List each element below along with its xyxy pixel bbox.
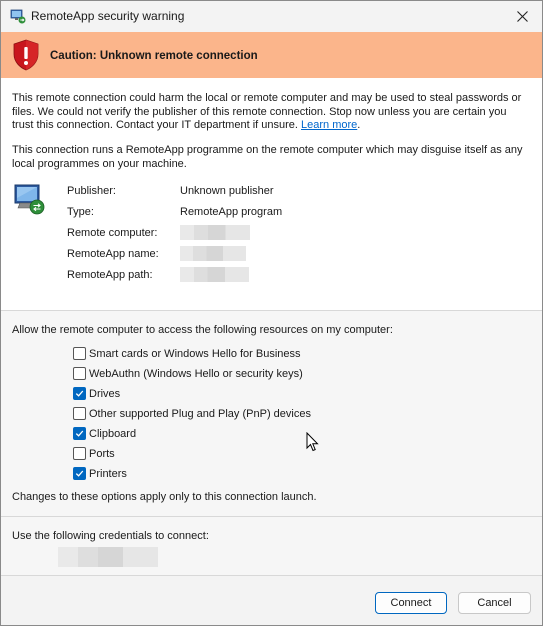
- security-warning-text: This remote connection could harm the lo…: [12, 92, 527, 133]
- checkbox-box[interactable]: [73, 387, 86, 400]
- cancel-button[interactable]: Cancel: [458, 592, 531, 614]
- trailing-period: .: [357, 119, 361, 131]
- checkbox-ports[interactable]: Ports: [73, 447, 115, 460]
- close-button[interactable]: [502, 1, 542, 32]
- remoteapp-name-value-redacted: [180, 246, 246, 261]
- checkbox-box[interactable]: [73, 427, 86, 440]
- checkbox-label: Smart cards or Windows Hello for Busines…: [89, 347, 301, 360]
- changes-note: Changes to these options apply only to t…: [12, 491, 317, 503]
- checkbox-label: Drives: [89, 387, 121, 400]
- publisher-label: Publisher:: [67, 185, 116, 197]
- type-value: RemoteApp program: [180, 206, 283, 218]
- warning-banner: Caution: Unknown remote connection: [1, 32, 542, 78]
- title-bar: RemoteApp security warning: [1, 1, 542, 32]
- learn-more-link[interactable]: Learn more: [301, 119, 357, 131]
- checkbox-box[interactable]: [73, 407, 86, 420]
- resources-heading: Allow the remote computer to access the …: [12, 324, 393, 336]
- warning-shield-icon: [13, 39, 39, 71]
- checkbox-drives[interactable]: Drives: [73, 387, 120, 400]
- checkbox-printers[interactable]: Printers: [73, 467, 127, 480]
- remote-desktop-app-icon: [10, 9, 26, 24]
- checkbox-box[interactable]: [73, 447, 86, 460]
- type-label: Type:: [67, 206, 94, 218]
- checkbox-label: Printers: [89, 467, 127, 480]
- remoteapp-security-dialog: RemoteApp security warning Caution: Unkn…: [0, 0, 543, 626]
- checkbox-label: Other supported Plug and Play (PnP) devi…: [89, 407, 311, 420]
- publisher-value: Unknown publisher: [180, 185, 274, 197]
- checkbox-clipboard[interactable]: Clipboard: [73, 427, 136, 440]
- close-icon: [516, 11, 528, 22]
- disguise-warning-text: This connection runs a RemoteApp program…: [12, 144, 523, 170]
- checkbox-label: Clipboard: [89, 427, 137, 440]
- checkmark-icon: [75, 390, 84, 397]
- credentials-value-redacted: [58, 547, 158, 567]
- window-title: RemoteApp security warning: [31, 9, 185, 23]
- checkbox-box[interactable]: [73, 467, 86, 480]
- checkbox-box[interactable]: [73, 347, 86, 360]
- remote-computer-icon: [14, 184, 45, 215]
- checkmark-icon: [75, 430, 84, 437]
- checkbox-pnp-devices[interactable]: Other supported Plug and Play (PnP) devi…: [73, 407, 311, 420]
- remote-computer-value-redacted: [180, 225, 250, 240]
- remoteapp-path-label: RemoteApp path:: [67, 269, 153, 281]
- checkbox-label: WebAuthn (Windows Hello or security keys…: [89, 367, 303, 380]
- dialog-footer: Connect Cancel: [1, 576, 542, 625]
- banner-title: Caution: Unknown remote connection: [50, 50, 258, 62]
- connect-button[interactable]: Connect: [375, 592, 447, 614]
- checkbox-webauthn[interactable]: WebAuthn (Windows Hello or security keys…: [73, 367, 303, 380]
- checkbox-box[interactable]: [73, 367, 86, 380]
- warning-text: This remote connection could harm the lo…: [12, 92, 522, 131]
- checkmark-icon: [75, 470, 84, 477]
- checkbox-label: Ports: [89, 447, 115, 460]
- checkbox-smart-cards[interactable]: Smart cards or Windows Hello for Busines…: [73, 347, 301, 360]
- remote-computer-label: Remote computer:: [67, 227, 158, 239]
- remoteapp-name-label: RemoteApp name:: [67, 248, 159, 260]
- resources-panel: Allow the remote computer to access the …: [1, 311, 542, 517]
- mouse-cursor-icon: [306, 432, 319, 452]
- credentials-panel: Use the following credentials to connect…: [1, 517, 542, 576]
- connection-info-panel: This remote connection could harm the lo…: [1, 78, 542, 311]
- credentials-heading: Use the following credentials to connect…: [12, 530, 209, 542]
- remoteapp-path-value-redacted: [180, 267, 249, 282]
